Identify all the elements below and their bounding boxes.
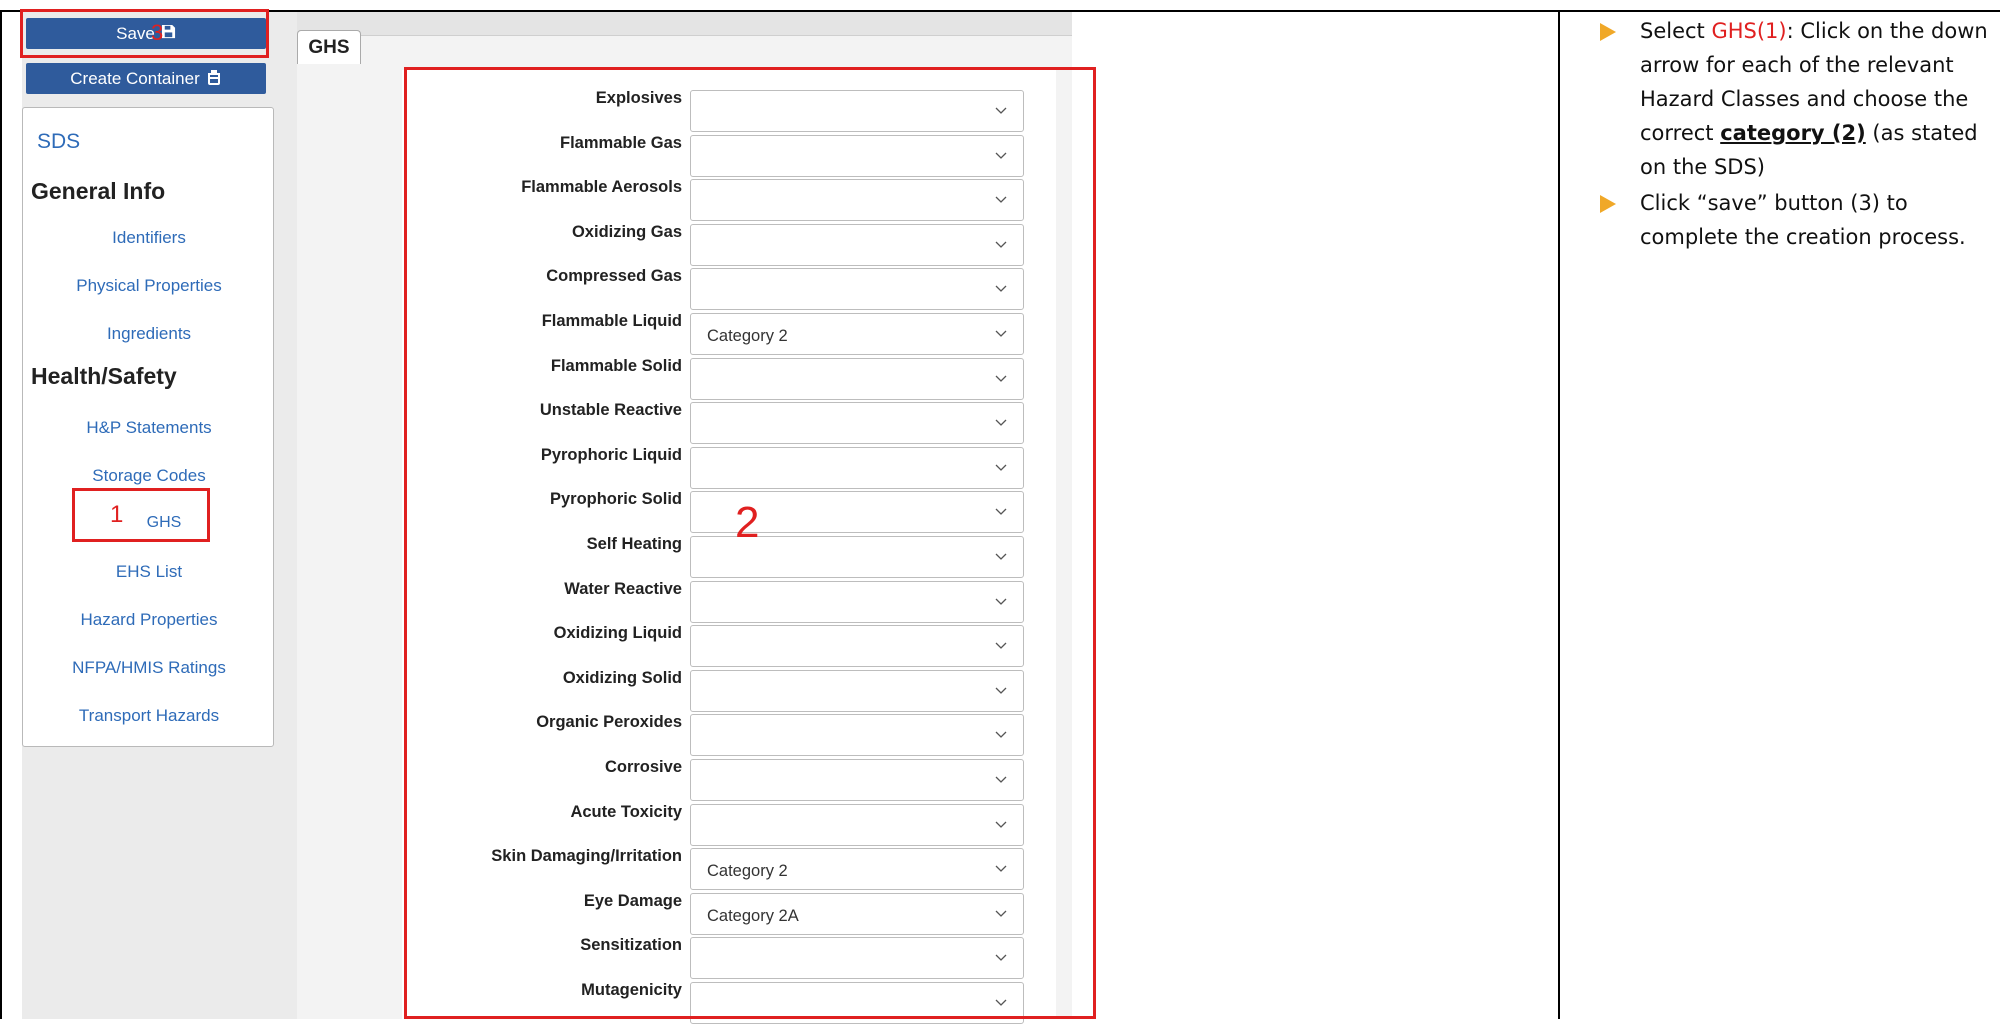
instruction-text: Select bbox=[1640, 19, 1712, 43]
bullet-arrow-icon bbox=[1600, 23, 1616, 41]
sidebar-item-transport-hazards[interactable]: Transport Hazards bbox=[23, 706, 275, 726]
sidebar-item-physical-properties[interactable]: Physical Properties bbox=[23, 276, 275, 296]
sidebar-item-hazard-properties[interactable]: Hazard Properties bbox=[23, 610, 275, 630]
sds-heading: SDS bbox=[37, 130, 81, 153]
instruction-ghs-highlight: GHS(1) bbox=[1711, 19, 1787, 43]
create-container-label: Create Container bbox=[70, 68, 200, 88]
main-topbar bbox=[297, 12, 1072, 36]
sds-navigation-panel: SDS General Info Identifiers Physical Pr… bbox=[22, 107, 274, 747]
instruction-text: Click “save” button (3) to complete the … bbox=[1640, 191, 1966, 249]
annotation-box-ghs bbox=[72, 488, 210, 542]
sidebar-item-storage-codes[interactable]: Storage Codes bbox=[23, 466, 275, 486]
container-icon bbox=[206, 69, 222, 89]
bullet-arrow-icon bbox=[1600, 195, 1616, 213]
instruction-bullet-1: Select GHS(1): Click on the down arrow f… bbox=[1600, 14, 1990, 184]
annotation-number-category: 2 bbox=[735, 498, 760, 547]
annotation-number-ghs: 1 bbox=[110, 501, 124, 528]
instruction-bullet-2: Click “save” button (3) to complete the … bbox=[1600, 186, 1990, 254]
general-info-heading: General Info bbox=[31, 178, 166, 204]
sidebar-item-ingredients[interactable]: Ingredients bbox=[23, 324, 275, 344]
annotation-box-save bbox=[20, 9, 269, 58]
instructions-panel: Select GHS(1): Click on the down arrow f… bbox=[1600, 14, 1990, 256]
create-container-button[interactable]: Create Container bbox=[26, 63, 266, 94]
instruction-category-highlight: category (2) bbox=[1720, 121, 1866, 145]
sidebar-item-ehs-list[interactable]: EHS List bbox=[23, 562, 275, 582]
sidebar-item-hp-statements[interactable]: H&P Statements bbox=[23, 418, 275, 438]
sidebar-item-identifiers[interactable]: Identifiers bbox=[23, 228, 275, 248]
annotation-number-save: 3 bbox=[151, 20, 164, 45]
tab-ghs[interactable]: GHS bbox=[297, 30, 361, 64]
sidebar-item-nfpa-hmis-ratings[interactable]: NFPA/HMIS Ratings bbox=[23, 658, 275, 678]
health-safety-heading: Health/Safety bbox=[31, 363, 177, 389]
